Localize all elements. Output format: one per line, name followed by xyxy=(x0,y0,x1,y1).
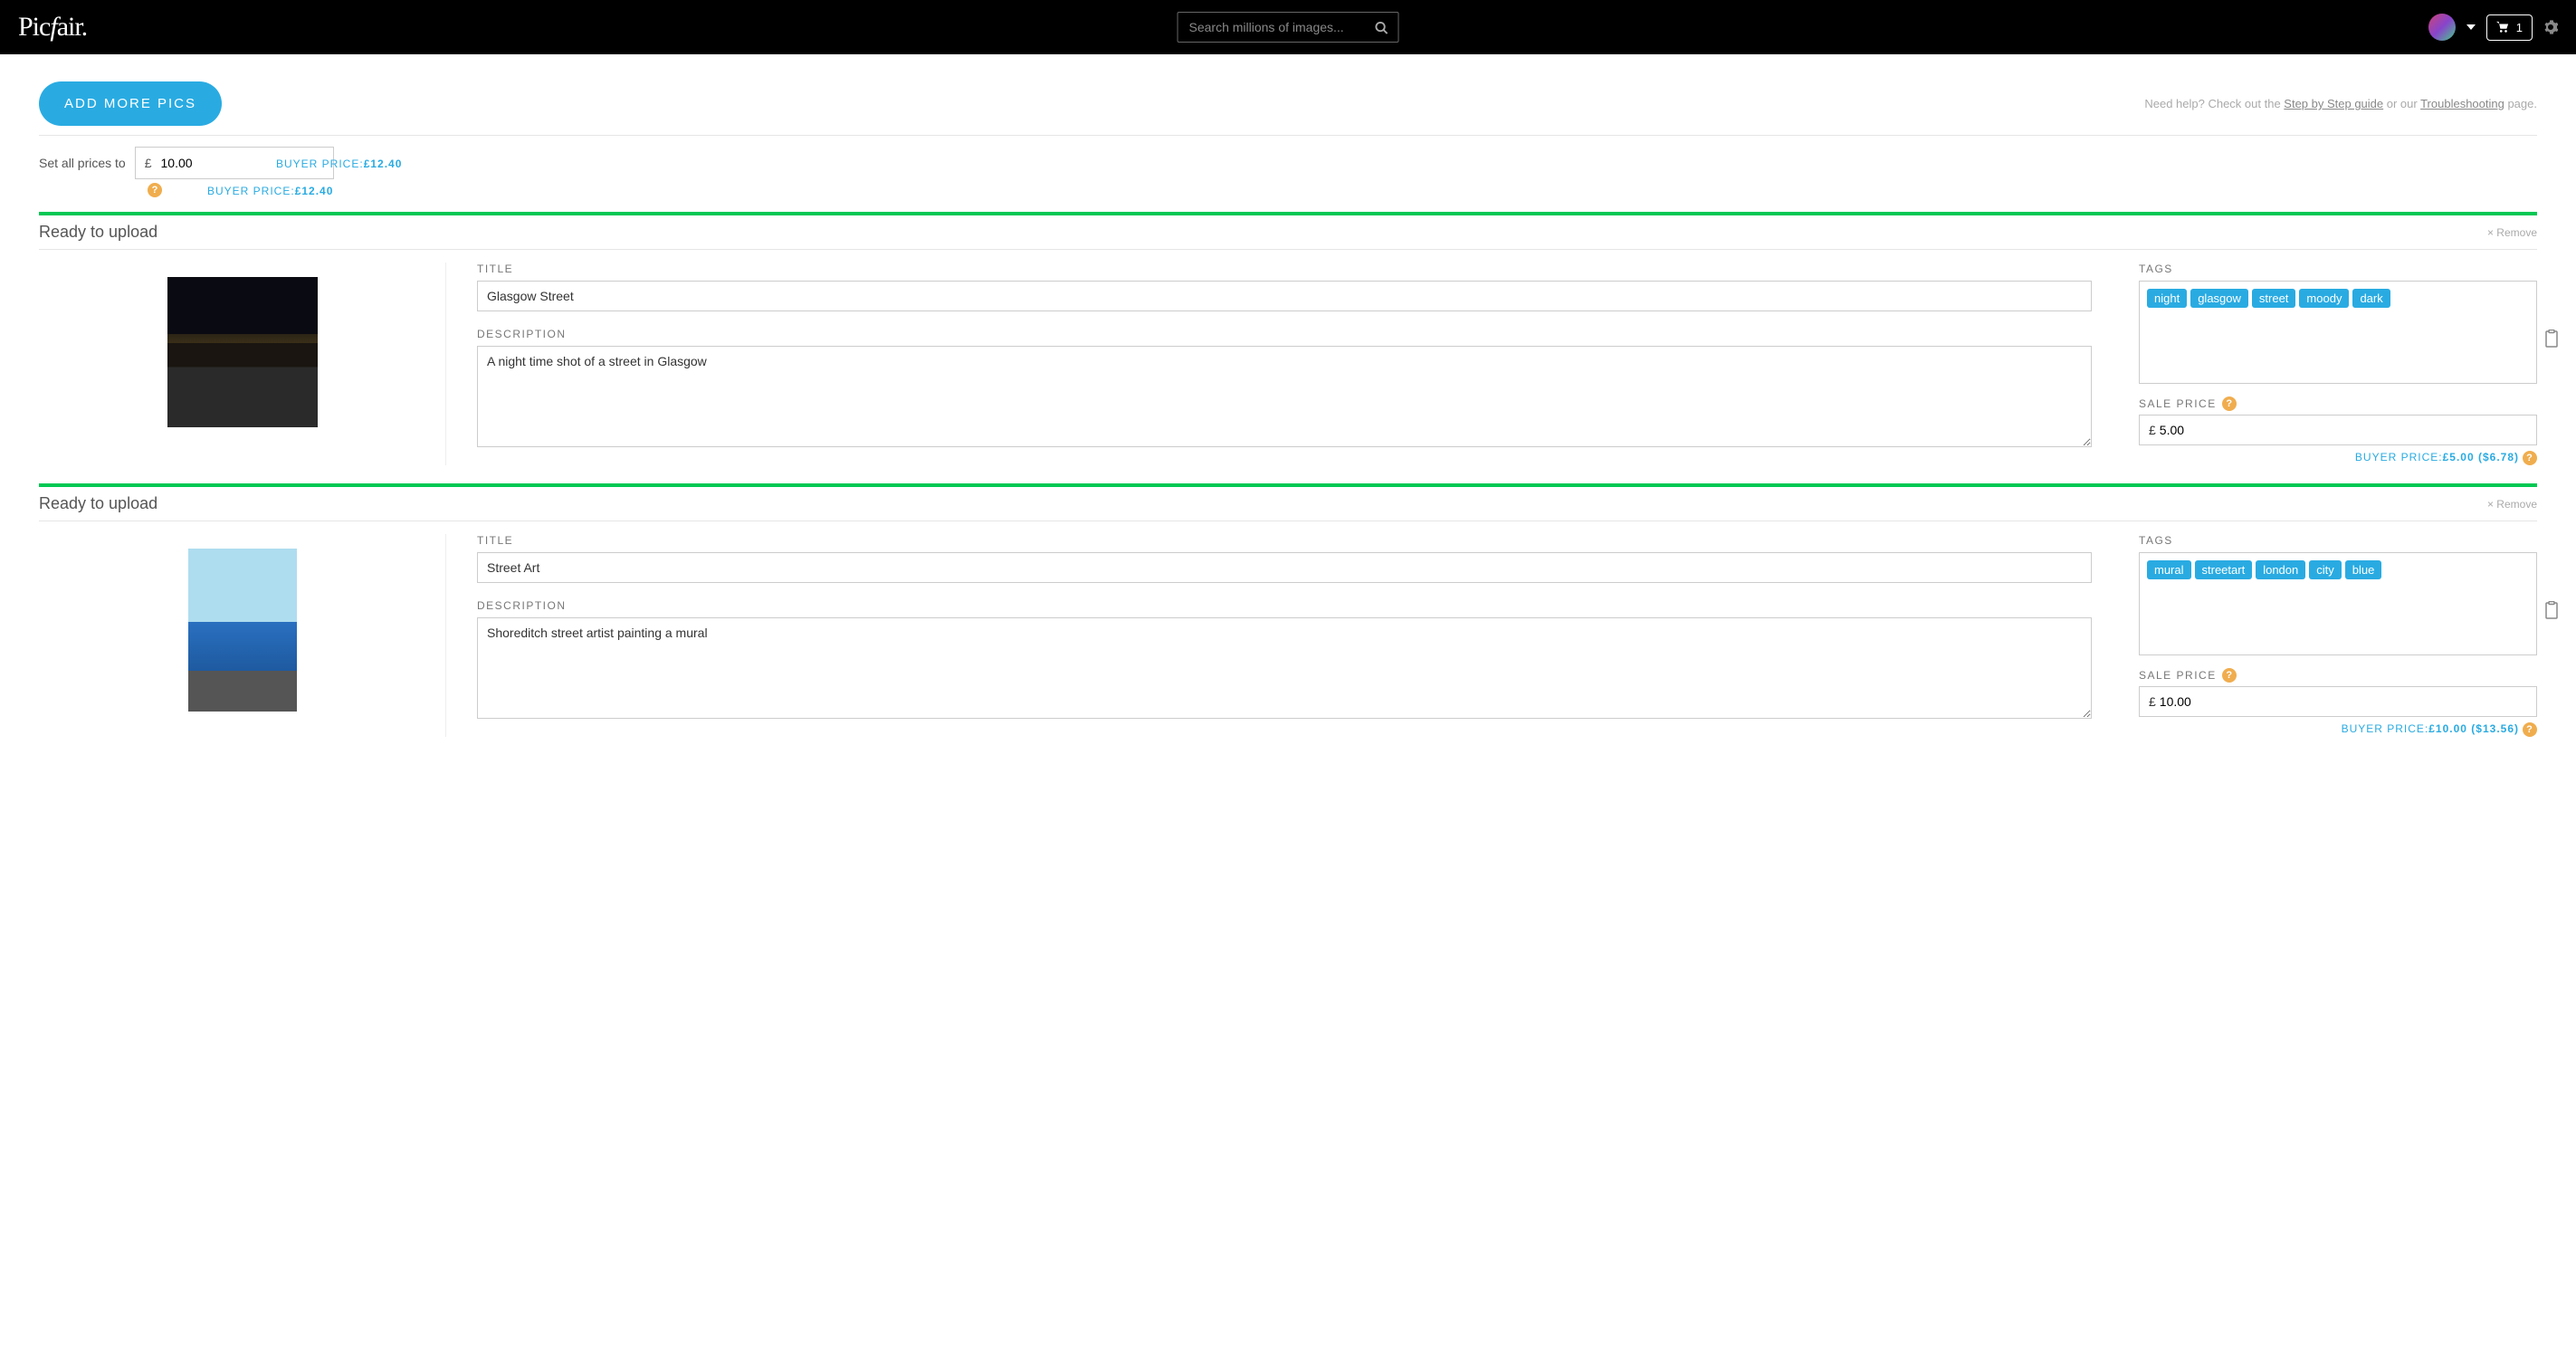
remove-button[interactable]: × Remove xyxy=(2487,498,2537,511)
cart-count: 1 xyxy=(2516,21,2523,34)
tag[interactable]: streetart xyxy=(2195,560,2253,579)
buyer-price-label: BUYER PRICE: xyxy=(2342,722,2429,735)
buyer-price-value-all: £12.40 xyxy=(364,158,403,170)
avatar[interactable] xyxy=(2428,14,2456,41)
header-right: 1 xyxy=(2428,14,2558,41)
search-input[interactable] xyxy=(1178,12,1399,43)
buyer-price-alt: ($13.56) xyxy=(2471,722,2519,735)
troubleshooting-link[interactable]: Troubleshooting xyxy=(2420,97,2504,110)
item-header: Ready to upload × Remove xyxy=(39,487,2537,521)
thumbnail-column xyxy=(39,263,446,465)
header: Picfair. 1 xyxy=(0,0,2576,54)
chevron-down-icon[interactable] xyxy=(2466,24,2476,30)
title-label: TITLE xyxy=(477,534,2092,547)
buyer-price-all-row: ? BUYER PRICE:£12.40 xyxy=(39,183,2537,212)
item-header: Ready to upload × Remove xyxy=(39,215,2537,250)
ready-label: Ready to upload xyxy=(39,223,157,242)
right-column: TAGS muralstreetartlondoncityblue SALE P… xyxy=(2123,534,2537,737)
item-body: TITLE DESCRIPTION TAGS nightglasgowstree… xyxy=(39,250,2537,483)
thumbnail[interactable] xyxy=(167,277,318,427)
right-column: TAGS nightglasgowstreetmoodydark SALE PR… xyxy=(2123,263,2537,465)
description-label: DESCRIPTION xyxy=(477,328,2092,340)
help-text: Need help? Check out the Step by Step gu… xyxy=(2144,97,2537,110)
sale-price-label: SALE PRICE xyxy=(2139,669,2217,682)
search-box xyxy=(1178,12,1399,43)
buyer-price-value: £10.00 xyxy=(2428,722,2467,735)
buyer-price-alt: ($6.78) xyxy=(2478,451,2519,463)
logo-text-suffix: air. xyxy=(57,12,88,42)
set-all-prices-label: Set all prices to xyxy=(39,156,126,170)
tag[interactable]: london xyxy=(2256,560,2305,579)
ready-label: Ready to upload xyxy=(39,494,157,513)
tag[interactable]: glasgow xyxy=(2190,289,2248,308)
tag[interactable]: night xyxy=(2147,289,2187,308)
sale-price-input-wrap: £ xyxy=(2139,415,2537,445)
logo[interactable]: Picfair. xyxy=(18,12,87,43)
logo-text-prefix: Pic xyxy=(18,12,50,42)
buyer-price-value: £5.00 xyxy=(2443,451,2475,463)
buyer-price-label-all: BUYER PRICE: xyxy=(276,158,364,170)
middle-column: TITLE DESCRIPTION xyxy=(446,263,2123,465)
tags-label: TAGS xyxy=(2139,263,2537,275)
gear-icon[interactable] xyxy=(2543,20,2558,34)
main-container: ADD MORE PICS Need help? Check out the S… xyxy=(0,54,2576,755)
cart-icon xyxy=(2496,21,2509,33)
tag[interactable]: street xyxy=(2252,289,2296,308)
tag[interactable]: blue xyxy=(2345,560,2382,579)
thumbnail-column xyxy=(39,534,446,737)
buyer-price-row: BUYER PRICE:£10.00 ($13.56)? xyxy=(2139,722,2537,737)
clipboard-icon[interactable] xyxy=(2544,330,2559,348)
cart-button[interactable]: 1 xyxy=(2486,14,2533,41)
buyer-price-value: £12.40 xyxy=(295,185,334,197)
help-icon[interactable]: ? xyxy=(2523,451,2537,465)
buyer-price-row: BUYER PRICE:£5.00 ($6.78)? xyxy=(2139,451,2537,465)
tag[interactable]: dark xyxy=(2352,289,2390,308)
tag[interactable]: city xyxy=(2309,560,2342,579)
title-label: TITLE xyxy=(477,263,2092,275)
currency-prefix: £ xyxy=(2149,694,2156,709)
sale-price-input-wrap: £ xyxy=(2139,686,2537,717)
currency-prefix: £ xyxy=(2149,423,2156,437)
top-row: ADD MORE PICS Need help? Check out the S… xyxy=(39,54,2537,135)
sale-price-input[interactable] xyxy=(2156,694,2527,709)
title-input[interactable] xyxy=(477,281,2092,311)
add-more-button[interactable]: ADD MORE PICS xyxy=(39,81,222,126)
clipboard-icon[interactable] xyxy=(2544,601,2559,619)
middle-column: TITLE DESCRIPTION xyxy=(446,534,2123,737)
description-label: DESCRIPTION xyxy=(477,599,2092,612)
description-input[interactable] xyxy=(477,617,2092,719)
tag[interactable]: mural xyxy=(2147,560,2191,579)
title-input[interactable] xyxy=(477,552,2092,583)
buyer-price-label: BUYER PRICE: xyxy=(207,185,295,197)
tag[interactable]: moody xyxy=(2299,289,2349,308)
sale-price-label-row: SALE PRICE ? xyxy=(2139,396,2537,411)
help-icon[interactable]: ? xyxy=(2222,396,2237,411)
sale-price-label-row: SALE PRICE ? xyxy=(2139,668,2537,683)
tags-input[interactable]: nightglasgowstreetmoodydark xyxy=(2139,281,2537,384)
logo-text-italic: f xyxy=(50,12,56,42)
remove-button[interactable]: × Remove xyxy=(2487,226,2537,239)
item-body: TITLE DESCRIPTION TAGS muralstreetartlon… xyxy=(39,521,2537,755)
help-icon[interactable]: ? xyxy=(2222,668,2237,683)
buyer-price-label: BUYER PRICE: xyxy=(2355,451,2443,463)
thumbnail[interactable] xyxy=(188,549,297,712)
step-by-step-link[interactable]: Step by Step guide xyxy=(2284,97,2383,110)
help-icon[interactable]: ? xyxy=(148,183,162,197)
help-icon[interactable]: ? xyxy=(2523,722,2537,737)
tags-label: TAGS xyxy=(2139,534,2537,547)
description-input[interactable] xyxy=(477,346,2092,447)
currency-prefix: £ xyxy=(136,156,161,170)
sale-price-input[interactable] xyxy=(2156,423,2527,437)
sale-price-label: SALE PRICE xyxy=(2139,397,2217,410)
tags-input[interactable]: muralstreetartlondoncityblue xyxy=(2139,552,2537,655)
